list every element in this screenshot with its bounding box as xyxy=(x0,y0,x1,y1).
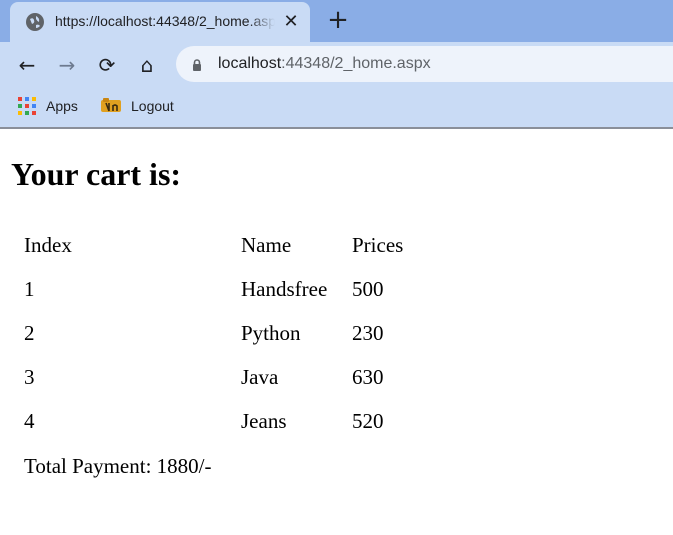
header-name: Name xyxy=(241,233,292,257)
bookmark-logout[interactable]: Logout xyxy=(100,95,174,117)
logout-icon xyxy=(100,97,122,113)
tab-title: https://localhost:44348/2_home.aspx xyxy=(55,13,275,29)
total-payment: Total Payment: 1880/- xyxy=(24,454,212,478)
lock-icon[interactable] xyxy=(192,58,202,71)
forward-arrow-icon[interactable]: → xyxy=(55,53,79,77)
url-path: :44348/2_home.aspx xyxy=(281,55,431,72)
bookmark-apps[interactable]: Apps xyxy=(18,95,78,117)
bookmark-logout-label: Logout xyxy=(131,98,174,114)
tab-strip: https://localhost:44348/2_home.aspx ✕ + xyxy=(0,0,673,42)
bookmarks-bar: Apps Logout xyxy=(0,87,673,129)
cell-price: 230 xyxy=(352,321,384,345)
cell-name: Python xyxy=(241,321,301,345)
globe-icon xyxy=(26,13,44,31)
home-icon[interactable]: ⌂ xyxy=(135,53,159,77)
header-prices: Prices xyxy=(352,233,404,257)
reload-icon[interactable]: ⟳ xyxy=(95,53,119,77)
browser-toolbar: ← → ⟳ ⌂ localhost:44348/2_home.aspx xyxy=(0,42,673,87)
address-bar[interactable]: localhost:44348/2_home.aspx xyxy=(176,46,673,82)
cell-price: 500 xyxy=(352,277,384,301)
cell-name: Jeans xyxy=(241,409,287,433)
cell-index: 1 xyxy=(24,277,35,301)
new-tab-button[interactable]: + xyxy=(326,7,350,33)
header-index: Index xyxy=(24,233,72,257)
cell-index: 2 xyxy=(24,321,35,345)
cell-index: 3 xyxy=(24,365,35,389)
cell-price: 630 xyxy=(352,365,384,389)
cell-price: 520 xyxy=(352,409,384,433)
back-arrow-icon[interactable]: ← xyxy=(15,53,39,77)
url-host: localhost xyxy=(218,55,282,72)
page-title: Your cart is: xyxy=(11,156,182,192)
bookmark-apps-label: Apps xyxy=(46,98,78,114)
cell-name: Java xyxy=(241,365,279,389)
browser-tab[interactable]: https://localhost:44348/2_home.aspx ✕ xyxy=(10,2,310,42)
url-text[interactable]: localhost:44348/2_home.aspx xyxy=(218,55,431,73)
cell-name: Handsfree xyxy=(241,277,328,301)
apps-grid-icon xyxy=(18,97,36,116)
cell-index: 4 xyxy=(24,409,35,433)
close-tab-icon[interactable]: ✕ xyxy=(280,10,302,32)
